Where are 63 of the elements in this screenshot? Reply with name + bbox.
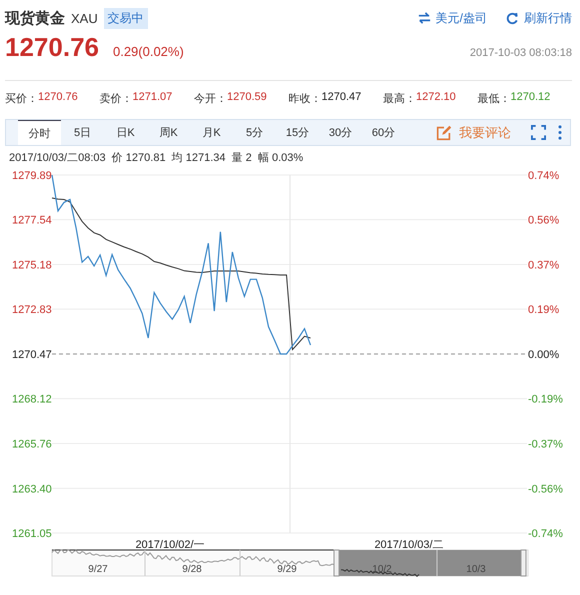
price-axis-label: 1279.89	[12, 170, 52, 182]
navigator-date: 2017/10/02/一	[135, 539, 205, 551]
price-axis-label: 1272.83	[12, 304, 52, 316]
header-link[interactable]: 刷新行情	[505, 10, 572, 26]
percent-axis-label: 0.19%	[528, 304, 560, 316]
price-axis-label: 1261.05	[12, 528, 52, 540]
percent-axis-label: 0.37%	[528, 260, 560, 272]
period-tab[interactable]: 60分	[362, 120, 405, 145]
instrument-code: XAU	[71, 10, 98, 26]
cursor-info: 2017/10/03/二08:03 价 1270.81 均 1271.34 量 2 幅 0.03%	[8, 151, 304, 166]
period-tab[interactable]: 日K	[104, 120, 147, 145]
percent-axis-label: -0.74%	[528, 528, 563, 540]
period-tab[interactable]: 分时	[18, 120, 61, 145]
stat-value: 1271.07	[132, 91, 172, 105]
stat-label: 今开：	[194, 92, 227, 106]
price-axis-label: 1263.40	[12, 483, 52, 496]
price-axis-label: 1270.47	[12, 349, 52, 361]
percent-axis-label: 0.56%	[528, 214, 560, 227]
quote-time: 2017-10-03 08:03:18	[470, 47, 572, 59]
stat-label: 卖价：	[100, 92, 132, 106]
price-axis-label: 1268.12	[12, 394, 52, 406]
stat-value: 1270.12	[510, 91, 550, 105]
fullscreen-button[interactable]	[531, 125, 546, 140]
instrument-title: 现货黄金	[5, 8, 65, 28]
stat-value: 1272.10	[416, 91, 456, 105]
navigator-day-label: 9/28	[182, 564, 202, 575]
stat-label: 昨收：	[288, 92, 322, 106]
stat-value: 1270.59	[227, 91, 267, 105]
navigator-handle[interactable]	[334, 550, 340, 576]
navigator-selection[interactable]	[339, 550, 522, 576]
price-change: 0.29(0.02%)	[112, 44, 184, 59]
navigator-day-label: 10/2	[372, 564, 392, 575]
period-tab[interactable]: 15分	[276, 120, 319, 145]
price-axis-label: 1275.18	[12, 260, 52, 272]
navigator-day-label: 10/3	[466, 564, 486, 575]
stat-value: 1270.76	[38, 91, 78, 105]
stat-label: 最高：	[383, 92, 416, 106]
navigator-date: 2017/10/03/二	[374, 539, 444, 551]
more-button[interactable]	[558, 125, 562, 140]
period-tab[interactable]: 月K	[190, 120, 233, 145]
edit-icon	[435, 124, 453, 142]
header-link[interactable]: 美元/盎司	[416, 10, 487, 26]
stat-value: 1270.47	[322, 91, 362, 105]
navigator-day-label: 9/27	[88, 564, 108, 575]
swap-arrows-icon	[416, 10, 432, 26]
period-tab[interactable]: 5分	[233, 120, 276, 145]
stat-label: 最低：	[478, 92, 510, 106]
navigator-handle[interactable]	[520, 550, 526, 576]
price-axis-label: 1277.54	[12, 214, 52, 227]
stat-label: 买价：	[5, 92, 38, 106]
period-tab[interactable]: 5日	[61, 120, 104, 145]
period-tab[interactable]: 30分	[319, 120, 362, 145]
percent-axis-label: 0.00%	[528, 349, 560, 361]
refresh-icon	[505, 10, 520, 26]
navigator-day-label: 9/29	[277, 564, 297, 575]
percent-axis-label: 0.74%	[528, 170, 560, 182]
price-axis-label: 1265.76	[12, 438, 52, 450]
percent-axis-label: -0.37%	[528, 438, 563, 450]
trading-status-badge: 交易中	[104, 8, 148, 28]
current-price: 1270.76	[5, 32, 99, 63]
percent-axis-label: -0.56%	[528, 483, 563, 496]
percent-axis-label: -0.19%	[528, 394, 563, 406]
period-tab[interactable]: 周K	[147, 120, 190, 145]
